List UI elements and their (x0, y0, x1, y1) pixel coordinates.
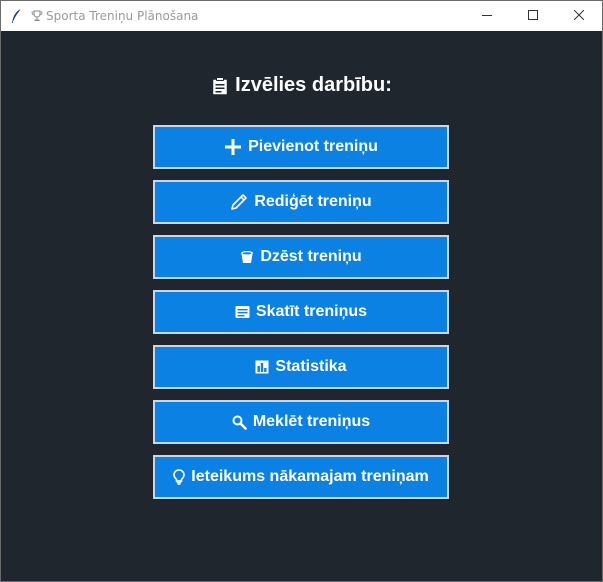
title-bar[interactable]: Sporta Treniņu Plānošana (1, 1, 602, 31)
add-training-button[interactable]: Pievienot treniņu (153, 125, 449, 169)
minimize-button[interactable] (464, 1, 510, 31)
heading-text: Izvēlies darbību: (235, 74, 392, 96)
maximize-button[interactable] (510, 1, 556, 31)
app-window: Sporta Treniņu Plānošana Izvēlies darbīb… (0, 0, 603, 582)
button-label: Rediģēt treniņu (254, 193, 372, 210)
magnifier-icon (232, 415, 247, 430)
button-label: Statistika (275, 358, 347, 375)
search-trainings-button[interactable]: Meklēt treniņus (153, 400, 449, 444)
delete-training-button[interactable]: Dzēst treniņu (153, 235, 449, 279)
minimize-icon (482, 7, 492, 25)
next-training-suggestion-button[interactable]: Ieteikums nākamajam treniņam (153, 455, 449, 499)
button-label: Pievienot treniņu (248, 138, 378, 155)
statistics-button[interactable]: Statistika (153, 345, 449, 389)
pencil-icon (230, 193, 248, 211)
lightbulb-icon (173, 469, 186, 485)
plus-icon (224, 138, 242, 156)
button-label: Meklēt treniņus (252, 413, 371, 430)
view-trainings-button[interactable]: Skatīt treniņus (153, 290, 449, 334)
button-label: Skatīt treniņus (255, 303, 368, 320)
list-icon (235, 305, 250, 319)
main-content: Izvēlies darbību: Pievienot treniņu Redi… (1, 31, 602, 581)
close-icon (573, 7, 585, 25)
close-button[interactable] (556, 1, 602, 31)
bar-chart-icon (255, 360, 269, 374)
window-title: Sporta Treniņu Plānošana (46, 9, 199, 23)
maximize-icon (528, 7, 538, 25)
trophy-icon (30, 9, 44, 23)
feather-icon (9, 8, 25, 24)
edit-training-button[interactable]: Rediģēt treniņu (153, 180, 449, 224)
clipboard-icon (211, 76, 229, 96)
trash-icon (240, 250, 254, 264)
button-label: Dzēst treniņu (260, 248, 362, 265)
button-label: Ieteikums nākamajam treniņam (191, 468, 429, 485)
page-title: Izvēlies darbību: (1, 74, 602, 97)
